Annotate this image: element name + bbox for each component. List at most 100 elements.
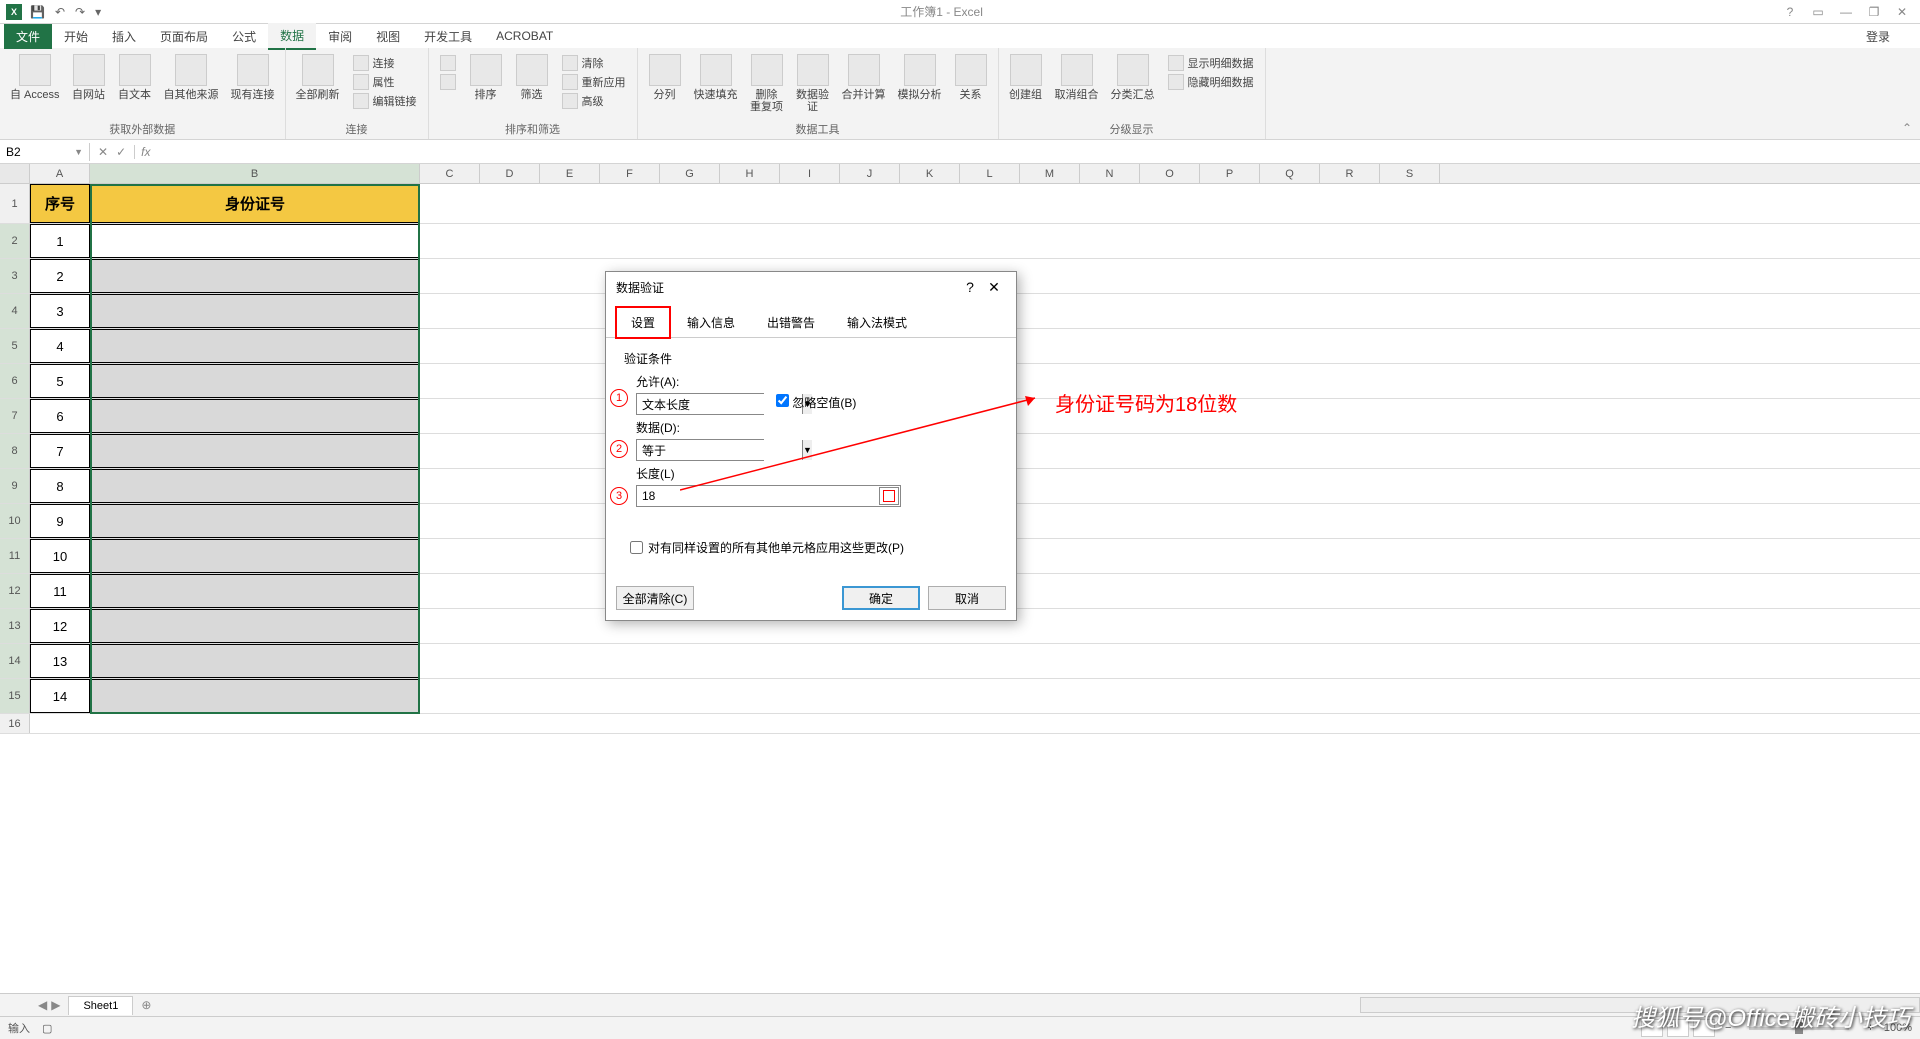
fx-cancel-icon[interactable]: ✕ xyxy=(98,145,108,159)
sheet-nav-prev-icon[interactable]: ◀ xyxy=(38,998,47,1012)
fx-enter-icon[interactable]: ✓ xyxy=(116,145,126,159)
remove-duplicates-button[interactable]: 删除 重复项 xyxy=(746,52,788,115)
cell-B1[interactable]: 身份证号 xyxy=(90,184,420,223)
col-header-S[interactable]: S xyxy=(1380,164,1440,183)
sheet-nav-next-icon[interactable]: ▶ xyxy=(51,998,60,1012)
col-header-O[interactable]: O xyxy=(1140,164,1200,183)
login-link[interactable]: 登录 xyxy=(1866,28,1920,45)
cell-A4[interactable]: 3 xyxy=(30,294,90,328)
zoom-out-button[interactable]: − xyxy=(1719,1022,1737,1034)
row-header-10[interactable]: 10 xyxy=(0,504,30,538)
cell-A12[interactable]: 11 xyxy=(30,574,90,608)
col-header-I[interactable]: I xyxy=(780,164,840,183)
tab-developer[interactable]: 开发工具 xyxy=(412,24,484,49)
zoom-level[interactable]: 100% xyxy=(1884,1022,1912,1034)
data-dropdown-icon[interactable]: ▼ xyxy=(802,440,812,460)
allow-combobox[interactable]: ▼ xyxy=(636,393,764,415)
dialog-help-icon[interactable]: ? xyxy=(958,279,982,295)
view-page-layout-button[interactable] xyxy=(1667,1019,1689,1037)
row-header-4[interactable]: 4 xyxy=(0,294,30,328)
ungroup-button[interactable]: 取消组合 xyxy=(1051,52,1103,103)
connections-button[interactable]: 连接 xyxy=(350,54,420,72)
cell-A14[interactable]: 13 xyxy=(30,644,90,678)
cell-A10[interactable]: 9 xyxy=(30,504,90,538)
cell-B13[interactable] xyxy=(90,609,420,643)
tab-file[interactable]: 文件 xyxy=(4,24,52,49)
cell-A15[interactable]: 14 xyxy=(30,679,90,713)
cell-B14[interactable] xyxy=(90,644,420,678)
macro-record-icon[interactable]: ▢ xyxy=(42,1022,52,1035)
tab-page-layout[interactable]: 页面布局 xyxy=(148,24,220,49)
properties-button[interactable]: 属性 xyxy=(350,73,420,91)
row-header-13[interactable]: 13 xyxy=(0,609,30,643)
relationships-button[interactable]: 关系 xyxy=(950,52,992,103)
qat-redo-icon[interactable]: ↷ xyxy=(73,5,87,19)
dialog-tab-error-alert[interactable]: 出错警告 xyxy=(752,307,830,338)
apply-all-input[interactable] xyxy=(630,541,643,554)
consolidate-button[interactable]: 合并计算 xyxy=(838,52,890,103)
ignore-blank-input[interactable] xyxy=(776,394,789,407)
advanced-filter-button[interactable]: 高级 xyxy=(559,92,629,110)
cell-A11[interactable]: 10 xyxy=(30,539,90,573)
hide-detail-button[interactable]: 隐藏明细数据 xyxy=(1165,73,1257,91)
what-if-button[interactable]: 模拟分析 xyxy=(894,52,946,103)
sort-za-button[interactable] xyxy=(437,73,459,91)
tab-home[interactable]: 开始 xyxy=(52,24,100,49)
col-header-H[interactable]: H xyxy=(720,164,780,183)
horizontal-scrollbar[interactable] xyxy=(1360,997,1920,1013)
restore-icon[interactable]: ❐ xyxy=(1864,5,1884,19)
ribbon-options-icon[interactable]: ▭ xyxy=(1808,5,1828,19)
sort-az-button[interactable] xyxy=(437,54,459,72)
zoom-in-button[interactable]: + xyxy=(1861,1022,1879,1034)
cell-A6[interactable]: 5 xyxy=(30,364,90,398)
cell-B11[interactable] xyxy=(90,539,420,573)
formula-bar-input[interactable] xyxy=(156,150,1920,154)
zoom-slider[interactable] xyxy=(1749,1027,1849,1030)
col-header-C[interactable]: C xyxy=(420,164,480,183)
cell-A13[interactable]: 12 xyxy=(30,609,90,643)
cell-B7[interactable] xyxy=(90,399,420,433)
filter-button[interactable]: 筛选 xyxy=(511,52,553,103)
sort-button[interactable]: 排序 xyxy=(465,52,507,103)
edit-links-button[interactable]: 编辑链接 xyxy=(350,92,420,110)
collapse-ribbon-icon[interactable]: ⌃ xyxy=(1894,117,1920,139)
minimize-icon[interactable]: — xyxy=(1836,5,1856,19)
clear-all-button[interactable]: 全部清除(C) xyxy=(616,586,694,610)
cell-B2[interactable] xyxy=(90,224,420,258)
col-header-E[interactable]: E xyxy=(540,164,600,183)
range-selector-button[interactable] xyxy=(879,487,899,505)
clear-filter-button[interactable]: 清除 xyxy=(559,54,629,72)
cell-A2[interactable]: 1 xyxy=(30,224,90,258)
length-field[interactable] xyxy=(636,485,901,507)
col-header-P[interactable]: P xyxy=(1200,164,1260,183)
cell-A8[interactable]: 7 xyxy=(30,434,90,468)
col-header-J[interactable]: J xyxy=(840,164,900,183)
row-header-7[interactable]: 7 xyxy=(0,399,30,433)
help-icon[interactable]: ? xyxy=(1780,5,1800,19)
row-header-14[interactable]: 14 xyxy=(0,644,30,678)
row-header-8[interactable]: 8 xyxy=(0,434,30,468)
refresh-all-button[interactable]: 全部刷新 xyxy=(292,52,344,103)
cell-B10[interactable] xyxy=(90,504,420,538)
row-header-2[interactable]: 2 xyxy=(0,224,30,258)
close-icon[interactable]: ✕ xyxy=(1892,5,1912,19)
col-header-M[interactable]: M xyxy=(1020,164,1080,183)
cell-A1[interactable]: 序号 xyxy=(30,184,90,223)
ignore-blank-checkbox[interactable]: 忽略空值(B) xyxy=(776,394,856,411)
apply-all-checkbox[interactable]: 对有同样设置的所有其他单元格应用这些更改(P) xyxy=(630,539,998,556)
qat-save-icon[interactable]: 💾 xyxy=(28,5,47,19)
name-box[interactable]: B2▼ xyxy=(0,143,90,161)
view-page-break-button[interactable] xyxy=(1693,1019,1715,1037)
data-combobox[interactable]: ▼ xyxy=(636,439,764,461)
cell-B6[interactable] xyxy=(90,364,420,398)
ok-button[interactable]: 确定 xyxy=(842,586,920,610)
cell-A5[interactable]: 4 xyxy=(30,329,90,363)
dialog-tab-ime-mode[interactable]: 输入法模式 xyxy=(832,307,922,338)
col-header-N[interactable]: N xyxy=(1080,164,1140,183)
col-header-F[interactable]: F xyxy=(600,164,660,183)
tab-acrobat[interactable]: ACROBAT xyxy=(484,25,565,47)
view-normal-button[interactable] xyxy=(1641,1019,1663,1037)
namebox-dropdown-icon[interactable]: ▼ xyxy=(74,147,83,157)
tab-formulas[interactable]: 公式 xyxy=(220,24,268,49)
existing-connections-button[interactable]: 现有连接 xyxy=(227,52,279,103)
